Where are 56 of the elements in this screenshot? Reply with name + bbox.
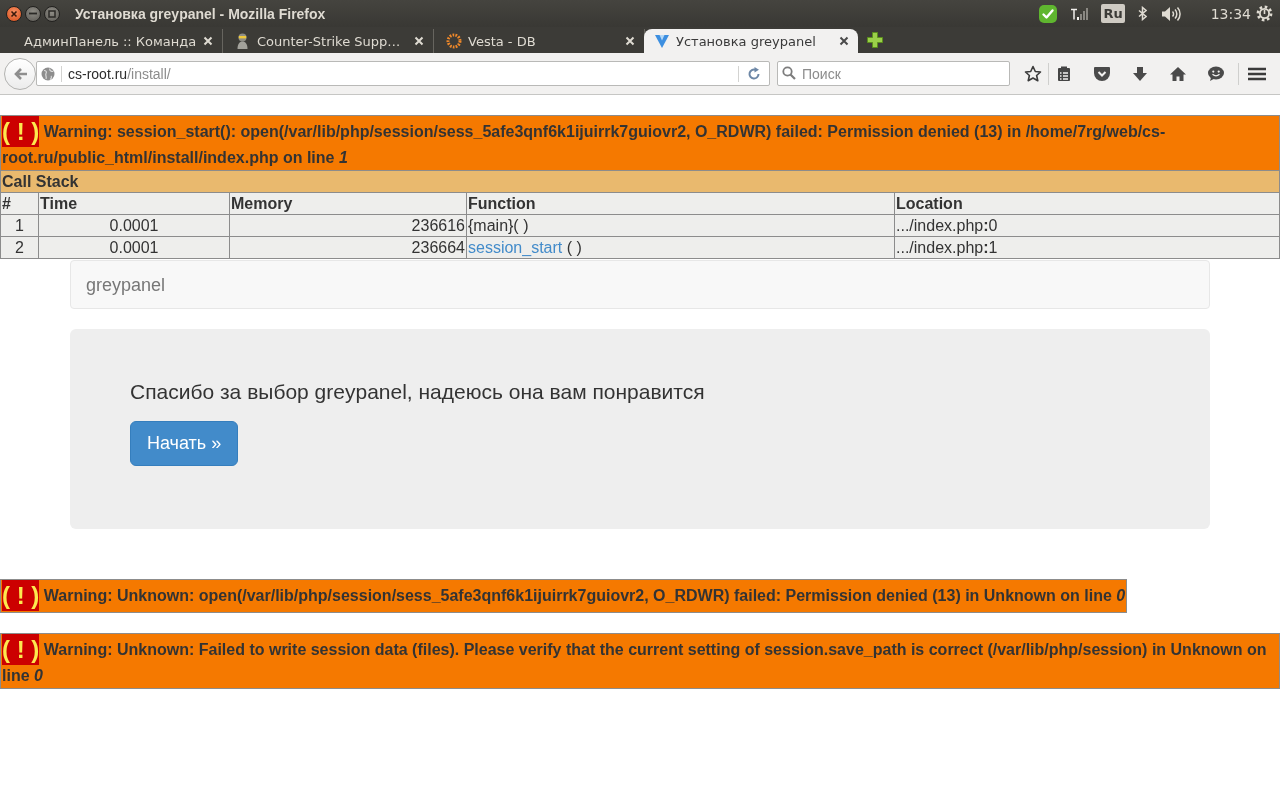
search-icon (782, 66, 796, 80)
back-button[interactable] (4, 57, 36, 90)
column-header: # (1, 193, 39, 215)
clock[interactable]: 13:34 (1210, 5, 1251, 22)
home-icon[interactable] (1169, 66, 1187, 81)
close-icon[interactable] (839, 36, 849, 46)
ring-icon (446, 33, 462, 49)
window-minimize-button[interactable] (25, 5, 41, 22)
browser-tab[interactable]: Установка greypanel (644, 29, 858, 53)
hero-text: Спасибо за выбор greypanel, надеюсь она вам понравится (130, 379, 706, 405)
call-stack-title: Call Stack (1, 171, 1280, 193)
window-title: Установка greypanel - Mozilla Firefox (75, 5, 326, 22)
minimize-icon (29, 12, 37, 15)
column-header: Time (39, 193, 230, 215)
address-field[interactable]: cs-root.ru/install/ (36, 61, 770, 86)
close-icon (10, 9, 18, 18)
warning-message: ( ! ) Warning: session_start(): open(/var/lib/php/session/sess_5afe3qnf6k1ijuirrk7guiovr2, O_RDWR) failed: Permission denied (13) in /home/7rg/web/cs-root.ru/public_html/install/index.php on line 1 (1, 116, 1280, 171)
table-cell: {main}( ) (467, 215, 895, 237)
check-badge-icon[interactable] (1038, 3, 1059, 24)
arrow-left-icon (12, 65, 28, 82)
table-cell: 236616 (230, 215, 467, 237)
table-cell: .../index.php:1 (895, 237, 1280, 259)
reload-icon[interactable] (747, 67, 760, 80)
table-cell: session_start ( ) (467, 237, 895, 259)
table-cell: .../index.php:0 (895, 215, 1280, 237)
column-header: Location (895, 193, 1280, 215)
search-field[interactable]: Поиск (777, 61, 1010, 86)
table-cell: 2 (1, 237, 39, 259)
warning-message: ( ! ) Warning: Unknown: Failed to write session data (files). Please verify that the current setting of session.save_path is correct (/var/lib/php/session) in Unknown on line 0 (1, 634, 1280, 689)
smiley-bubble-icon[interactable] (1207, 66, 1225, 81)
warning-message: ( ! ) Warning: Unknown: open(/var/lib/php/session/sess_5afe3qnf6k1ijuirrk7guiovr2, O_RDWR) failed: Permission denied (13) in Unknown on line 0 (1, 580, 1128, 613)
volume-icon[interactable] (1160, 5, 1181, 22)
column-header: Function (467, 193, 895, 215)
globe-icon[interactable] (41, 66, 55, 81)
signal-icon[interactable] (1071, 7, 1089, 20)
menu-icon[interactable] (1248, 66, 1266, 81)
star-icon[interactable] (1024, 65, 1042, 82)
plus-icon[interactable] (866, 31, 884, 49)
figure-icon (237, 33, 248, 49)
download-icon[interactable] (1132, 66, 1148, 81)
start-button[interactable]: Начать » (130, 421, 239, 466)
brand-link[interactable]: greypanel (86, 274, 166, 295)
power-icon[interactable] (1256, 5, 1273, 22)
table-cell: 1 (1, 215, 39, 237)
table-cell: 0.0001 (39, 237, 230, 259)
window-maximize-button[interactable] (44, 5, 60, 22)
clipboard-list-icon[interactable] (1057, 66, 1071, 81)
maximize-icon (48, 9, 56, 18)
column-header: Memory (230, 193, 467, 215)
table-cell: 236664 (230, 237, 467, 259)
window-close-button[interactable] (6, 5, 22, 22)
keyboard-layout-indicator[interactable]: Ru (1101, 4, 1125, 23)
triangle-icon (654, 33, 670, 49)
bluetooth-icon[interactable] (1137, 6, 1147, 21)
chevron-shield-icon[interactable] (1093, 66, 1111, 81)
table-cell: 0.0001 (39, 215, 230, 237)
